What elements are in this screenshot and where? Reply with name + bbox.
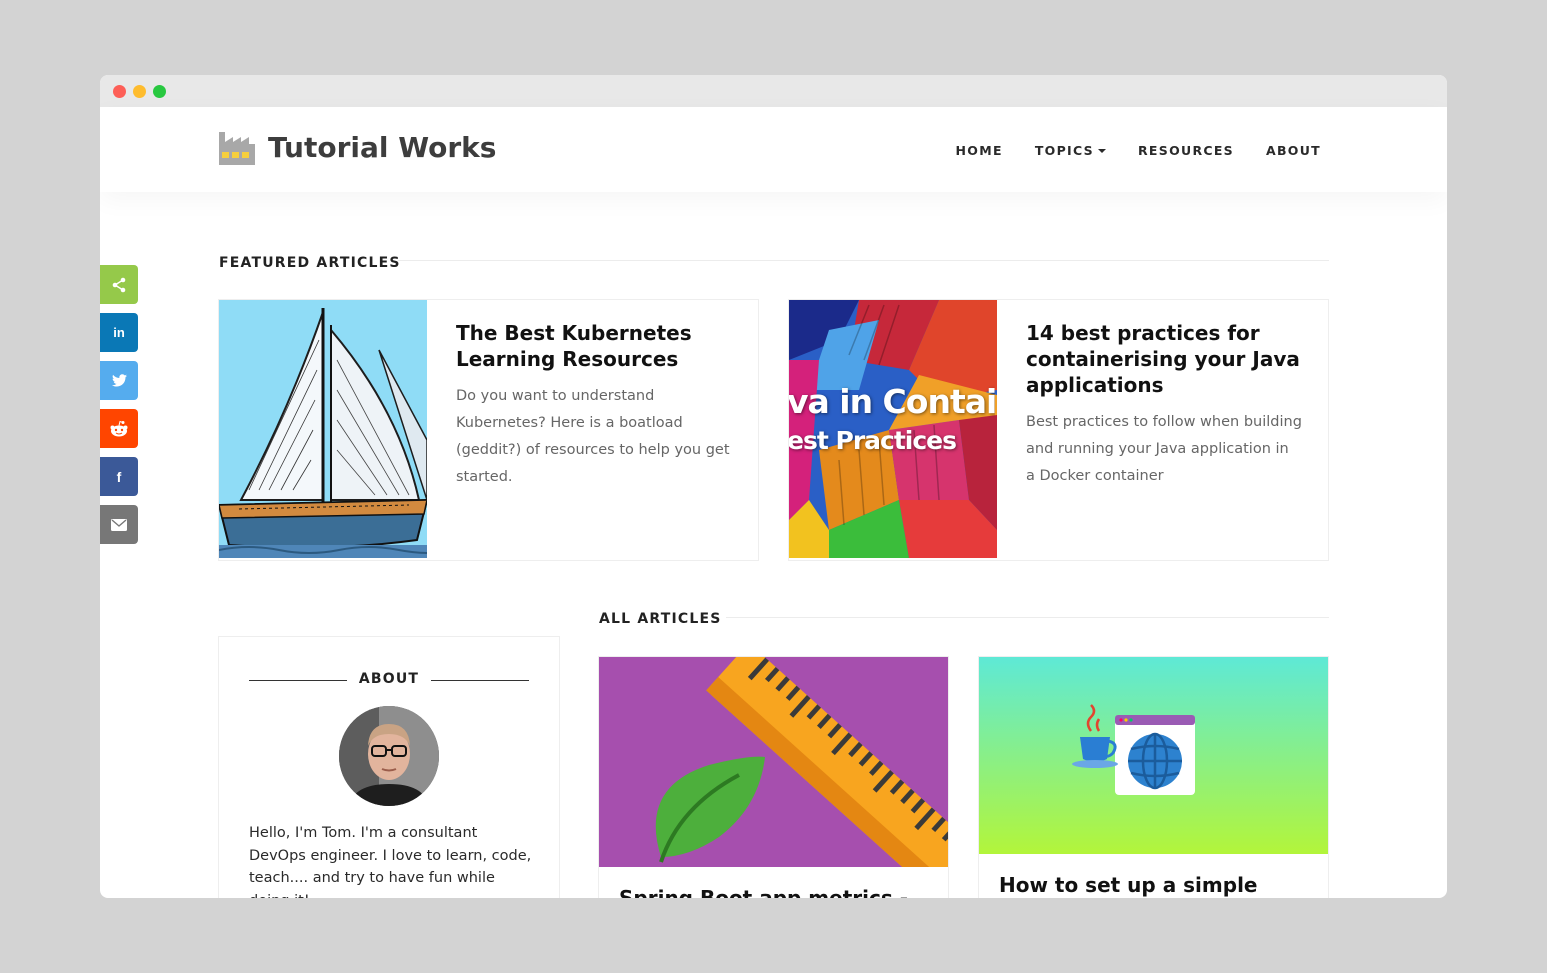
maximize-window-button[interactable] bbox=[153, 85, 166, 98]
featured-article-card[interactable]: The Best Kubernetes Learning Resources D… bbox=[218, 299, 759, 561]
article-title[interactable]: How to set up a simple Java bbox=[999, 872, 1308, 898]
caret-down-icon bbox=[1098, 148, 1106, 153]
facebook-icon: f bbox=[116, 468, 122, 485]
article-card[interactable]: How to set up a simple Java bbox=[978, 656, 1329, 898]
image-caption-line-1: va in Contai bbox=[789, 382, 995, 421]
featured-heading-divider bbox=[398, 260, 1329, 261]
twitter-share-button[interactable] bbox=[100, 361, 138, 400]
nav-about[interactable]: ABOUT bbox=[1266, 143, 1321, 158]
reddit-share-button[interactable] bbox=[100, 409, 138, 448]
social-share-bar: in f bbox=[100, 265, 138, 553]
featured-article-description: Best practices to follow when building a… bbox=[1026, 414, 1302, 484]
featured-article-card[interactable]: va in Contai est Practices 14 best pract… bbox=[788, 299, 1329, 561]
featured-article-title[interactable]: The Best Kubernetes Learning Resources bbox=[456, 320, 738, 372]
window-titlebar bbox=[100, 75, 1447, 107]
nav-topics-label: TOPICS bbox=[1034, 143, 1094, 158]
sailboat-illustration bbox=[219, 300, 427, 558]
close-window-button[interactable] bbox=[113, 85, 126, 98]
featured-articles-heading: FEATURED ARTICLES bbox=[219, 255, 401, 271]
all-articles-heading-divider bbox=[726, 617, 1329, 618]
reddit-icon bbox=[110, 420, 128, 436]
about-heading-line-right bbox=[431, 680, 529, 681]
factory-icon bbox=[218, 128, 256, 166]
image-caption-line-2: est Practices bbox=[789, 426, 957, 455]
site-title: Tutorial Works bbox=[268, 130, 497, 164]
all-articles-heading: ALL ARTICLES bbox=[599, 611, 722, 627]
article-card[interactable]: Spring Boot app metrics - with bbox=[598, 656, 949, 898]
facebook-share-button[interactable]: f bbox=[100, 457, 138, 496]
linkedin-icon: in bbox=[113, 325, 125, 340]
share-icon bbox=[112, 277, 126, 292]
featured-article-title[interactable]: 14 best practices for containerising you… bbox=[1026, 320, 1308, 398]
share-button[interactable] bbox=[100, 265, 138, 304]
site-logo[interactable]: Tutorial Works bbox=[218, 128, 496, 166]
minimize-window-button[interactable] bbox=[133, 85, 146, 98]
article-title[interactable]: Spring Boot app metrics - with bbox=[619, 885, 928, 898]
shipping-containers-image: va in Contai est Practices bbox=[789, 300, 997, 558]
about-text: Hello, I'm Tom. I'm a consultant DevOps … bbox=[249, 825, 532, 898]
spring-ruler-leaf-illustration bbox=[599, 657, 948, 867]
featured-article-description: Do you want to understand Kubernetes? He… bbox=[456, 388, 730, 485]
twitter-icon bbox=[111, 374, 127, 387]
email-icon bbox=[111, 518, 127, 531]
nav-home[interactable]: HOME bbox=[956, 143, 1003, 158]
avatar bbox=[339, 706, 439, 806]
about-heading: ABOUT bbox=[358, 671, 420, 687]
java-web-illustration bbox=[979, 657, 1328, 854]
nav-topics[interactable]: TOPICS bbox=[1035, 143, 1106, 158]
main-nav: HOME TOPICS RESOURCES ABOUT bbox=[956, 143, 1321, 158]
linkedin-share-button[interactable]: in bbox=[100, 313, 138, 352]
browser-window: Tutorial Works HOME TOPICS RESOURCES ABO… bbox=[100, 75, 1447, 898]
about-widget: ABOUT Hello, I'm Tom. I'm a consultant D… bbox=[218, 636, 560, 898]
email-share-button[interactable] bbox=[100, 505, 138, 544]
nav-resources[interactable]: RESOURCES bbox=[1138, 143, 1234, 158]
site-header: Tutorial Works HOME TOPICS RESOURCES ABO… bbox=[100, 107, 1447, 192]
